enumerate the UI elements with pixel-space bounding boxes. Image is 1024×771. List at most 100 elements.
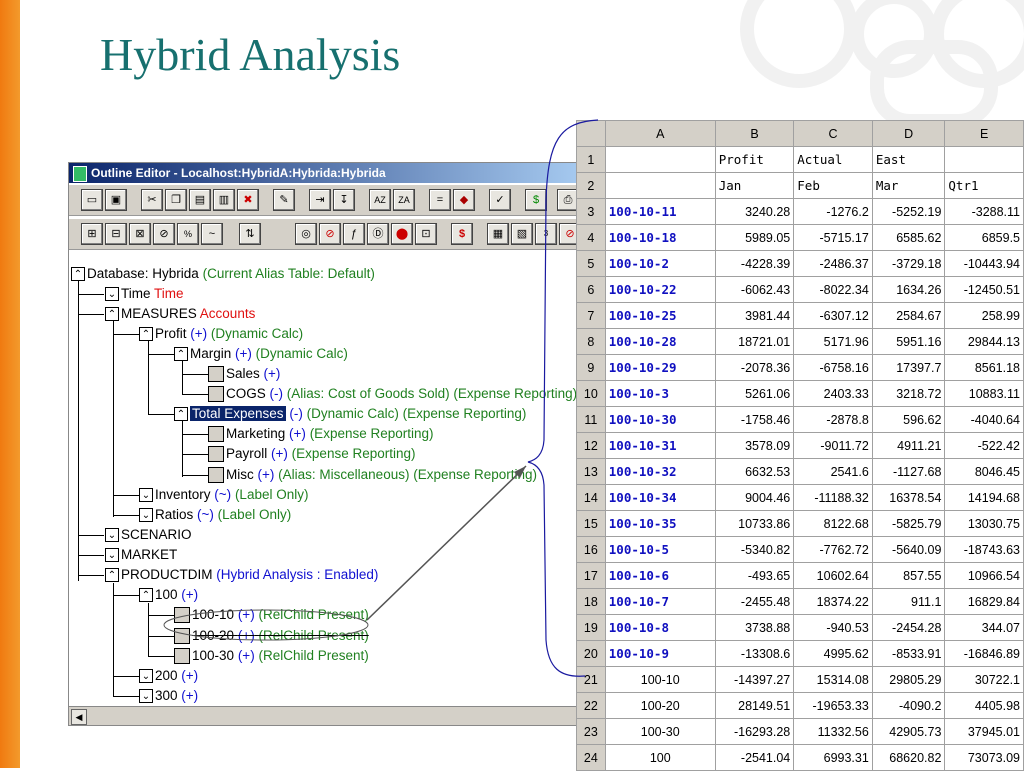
- expand-icon[interactable]: ⌄: [105, 287, 119, 302]
- expand-icon[interactable]: ⌄: [139, 508, 153, 523]
- tree-node-profit[interactable]: ⌃ Profit (+) (Dynamic Calc): [139, 325, 303, 343]
- tree-node-margin[interactable]: ⌃ Margin (+) (Dynamic Calc): [174, 345, 348, 363]
- row-number[interactable]: 22: [576, 692, 606, 719]
- percent-icon[interactable]: %: [177, 223, 199, 245]
- verify-icon[interactable]: ✓: [489, 189, 511, 211]
- cell-b[interactable]: 18721.01: [714, 328, 795, 355]
- database-icon[interactable]: ◎: [295, 223, 317, 245]
- tree-node-measures[interactable]: ⌃ MEASURES Accounts: [105, 305, 255, 323]
- cell-d[interactable]: 1634.26: [871, 276, 946, 303]
- cell-a[interactable]: 100-10-35: [604, 510, 716, 537]
- cell-c[interactable]: 18374.22: [793, 588, 873, 615]
- tree-node-misc[interactable]: Misc (+) (Alias: Miscellaneous) (Expense…: [208, 466, 537, 484]
- row-number[interactable]: 11: [576, 406, 606, 433]
- sort-descending-icon[interactable]: ZA: [393, 189, 415, 211]
- collapse-icon[interactable]: ⌃: [139, 588, 153, 603]
- cell-c[interactable]: -2486.37: [793, 250, 873, 277]
- cell-c[interactable]: 10602.64: [793, 562, 873, 589]
- formula-icon[interactable]: ƒ: [343, 223, 365, 245]
- tree-node-sales[interactable]: Sales (+): [208, 365, 280, 383]
- tree-node-100-30[interactable]: 100-30 (+) (RelChild Present): [174, 647, 369, 665]
- row-number[interactable]: 8: [576, 328, 606, 355]
- cell-e[interactable]: 8046.45: [944, 458, 1024, 485]
- member-icon[interactable]: ▧: [511, 223, 533, 245]
- row-number[interactable]: 23: [576, 718, 606, 745]
- collapse-icon[interactable]: ⌃: [174, 407, 188, 422]
- row-number[interactable]: 13: [576, 458, 606, 485]
- row-number[interactable]: 7: [576, 302, 606, 329]
- multiply-icon[interactable]: ⊠: [129, 223, 151, 245]
- cell-b[interactable]: 28149.51: [714, 692, 795, 719]
- cell-e[interactable]: 4405.98: [944, 692, 1024, 719]
- tree-node-scenario[interactable]: ⌄ SCENARIO: [105, 526, 192, 544]
- cell-b[interactable]: 3981.44: [714, 302, 795, 329]
- collapse-icon[interactable]: ⌃: [139, 327, 153, 342]
- column-header-c[interactable]: C: [793, 120, 873, 147]
- cell-b[interactable]: -493.65: [714, 562, 795, 589]
- cell-a[interactable]: 100: [604, 744, 716, 771]
- row-number[interactable]: 6: [576, 276, 606, 303]
- cell-d[interactable]: East: [871, 146, 946, 173]
- cell-a[interactable]: 100-30: [604, 718, 716, 745]
- row-number[interactable]: 4: [576, 224, 606, 251]
- open-icon[interactable]: ▭: [81, 189, 103, 211]
- cell-d[interactable]: 4911.21: [871, 432, 946, 459]
- row-number[interactable]: 24: [576, 744, 606, 771]
- collapse-icon[interactable]: ⌃: [71, 267, 85, 282]
- tree-node-marketing[interactable]: Marketing (+) (Expense Reporting): [208, 425, 434, 443]
- expand-icon[interactable]: ⌄: [105, 528, 119, 543]
- cell-a[interactable]: 100-10-22: [604, 276, 716, 303]
- cell-c[interactable]: -6307.12: [793, 302, 873, 329]
- cell-b[interactable]: 9004.46: [714, 484, 795, 511]
- collapse-icon[interactable]: ⌃: [105, 568, 119, 583]
- cell-b[interactable]: -5340.82: [714, 536, 795, 563]
- cell-b[interactable]: -4228.39: [714, 250, 795, 277]
- expand-all-icon[interactable]: ⊞: [81, 223, 103, 245]
- tree-node-total-expenses[interactable]: ⌃ Total Expenses (-) (Dynamic Calc) (Expe…: [174, 405, 526, 423]
- sort-ascending-icon[interactable]: AZ: [369, 189, 391, 211]
- cell-a[interactable]: 100-10-9: [604, 640, 716, 667]
- cell-d[interactable]: 68620.82: [871, 744, 946, 771]
- cell-e[interactable]: 16829.84: [944, 588, 1024, 615]
- row-number[interactable]: 5: [576, 250, 606, 277]
- cell-d[interactable]: Mar: [871, 172, 946, 199]
- cell-c[interactable]: 2403.33: [793, 380, 873, 407]
- stop-icon[interactable]: ⬤: [391, 223, 413, 245]
- tree-node-300[interactable]: ⌄ 300 (+): [139, 687, 198, 705]
- cell-e[interactable]: 29844.13: [944, 328, 1024, 355]
- cell-d[interactable]: -1127.68: [871, 458, 946, 485]
- tilde-icon[interactable]: ~: [201, 223, 223, 245]
- row-number[interactable]: 14: [576, 484, 606, 511]
- cell-d[interactable]: -5825.79: [871, 510, 946, 537]
- tree-node-200[interactable]: ⌄ 200 (+): [139, 667, 198, 685]
- cell-e[interactable]: -522.42: [944, 432, 1024, 459]
- attribute-icon[interactable]: ⊡: [415, 223, 437, 245]
- cell-b[interactable]: 5989.05: [714, 224, 795, 251]
- cell-a[interactable]: 100-10-28: [604, 328, 716, 355]
- row-number[interactable]: 2: [576, 172, 606, 199]
- cell-e[interactable]: 14194.68: [944, 484, 1024, 511]
- tree-node-database[interactable]: ⌃ Database: Hybrida (Current Alias Table:…: [71, 265, 375, 283]
- row-number[interactable]: 9: [576, 354, 606, 381]
- collapse-icon[interactable]: ⌃: [105, 307, 119, 322]
- cell-a[interactable]: 100-10-18: [604, 224, 716, 251]
- cell-a[interactable]: 100-10-32: [604, 458, 716, 485]
- cell-b[interactable]: 5261.06: [714, 380, 795, 407]
- cell-e[interactable]: Qtr1: [944, 172, 1024, 199]
- row-number[interactable]: 10: [576, 380, 606, 407]
- cell-d[interactable]: 5951.16: [871, 328, 946, 355]
- row-number[interactable]: 1: [576, 146, 606, 173]
- cell-c[interactable]: -940.53: [793, 614, 873, 641]
- paste-special-icon[interactable]: ▥: [213, 189, 235, 211]
- corner-cell[interactable]: [576, 120, 606, 147]
- cell-e[interactable]: 37945.01: [944, 718, 1024, 745]
- cell-d[interactable]: 857.55: [871, 562, 946, 589]
- cell-e[interactable]: -16846.89: [944, 640, 1024, 667]
- cell-a[interactable]: 100-10-6: [604, 562, 716, 589]
- column-header-a[interactable]: A: [604, 120, 716, 147]
- cell-a[interactable]: 100-10-31: [604, 432, 716, 459]
- cell-b[interactable]: -1758.46: [714, 406, 795, 433]
- cell-d[interactable]: 16378.54: [871, 484, 946, 511]
- cell-e[interactable]: 13030.75: [944, 510, 1024, 537]
- cell-d[interactable]: 3218.72: [871, 380, 946, 407]
